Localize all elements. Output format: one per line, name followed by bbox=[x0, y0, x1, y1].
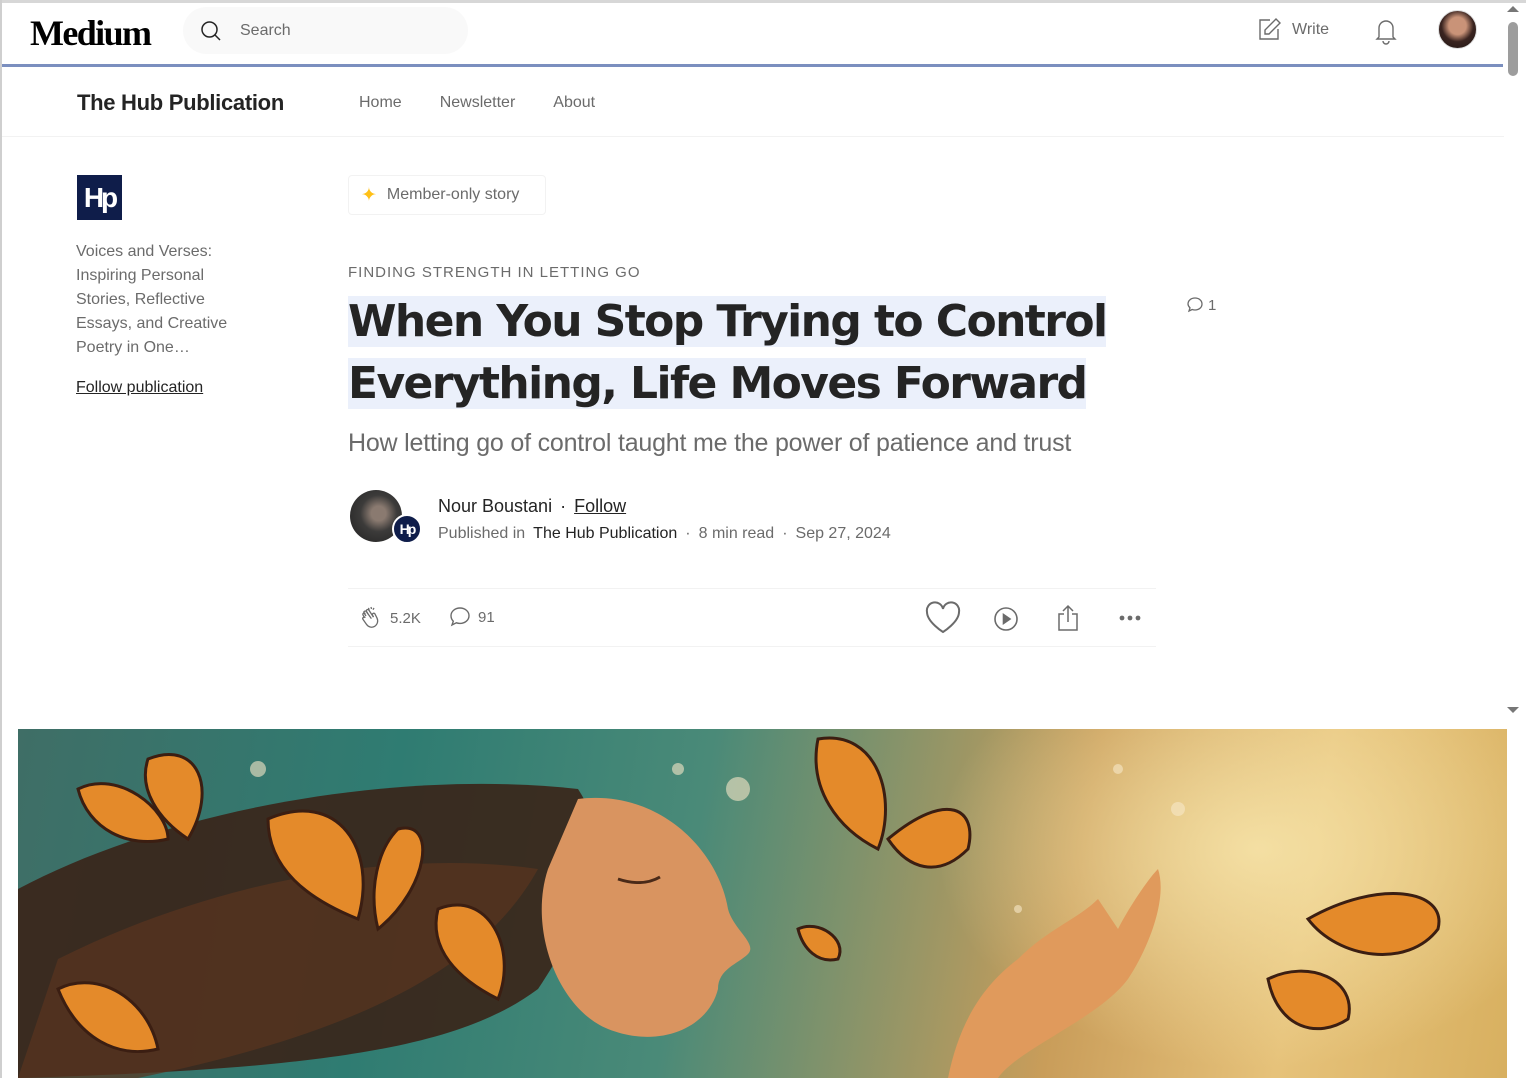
article-title: When You Stop Trying to Control Everythi… bbox=[348, 291, 1148, 415]
side-comment-count[interactable]: 1 bbox=[1186, 296, 1216, 314]
author-name[interactable]: Nour Boustani bbox=[438, 496, 552, 517]
publication-name[interactable]: The Hub Publication bbox=[77, 90, 284, 116]
more-icon[interactable] bbox=[1118, 611, 1142, 625]
member-only-badge: ✦ Member-only story bbox=[348, 175, 546, 215]
article-kicker: FINDING STRENGTH IN LETTING GO bbox=[348, 264, 641, 281]
publication-bar: The Hub Publication Home Newsletter Abou… bbox=[2, 67, 1504, 137]
pub-nav-newsletter[interactable]: Newsletter bbox=[440, 94, 516, 112]
write-button[interactable]: Write bbox=[1256, 15, 1329, 45]
responses-count: 91 bbox=[478, 608, 495, 626]
search-placeholder: Search bbox=[240, 22, 291, 39]
star-icon: ✦ bbox=[361, 184, 377, 206]
author-line: Nour Boustani · Follow bbox=[438, 496, 626, 517]
separator-dot: · bbox=[685, 525, 691, 542]
read-time: 8 min read bbox=[698, 525, 775, 542]
user-avatar[interactable] bbox=[1438, 10, 1477, 49]
clap-count: 5.2K bbox=[390, 609, 421, 627]
pub-nav-home[interactable]: Home bbox=[359, 94, 402, 112]
publish-date: Sep 27, 2024 bbox=[795, 525, 891, 542]
write-icon bbox=[1259, 18, 1281, 40]
scroll-thumb[interactable] bbox=[1508, 22, 1518, 76]
pub-nav-about[interactable]: About bbox=[553, 94, 595, 112]
search-icon bbox=[201, 21, 221, 41]
comment-icon bbox=[1187, 297, 1203, 313]
share-icon[interactable] bbox=[1056, 604, 1080, 632]
side-comment-number: 1 bbox=[1208, 296, 1217, 314]
article-action-bar: 5.2K 91 bbox=[348, 588, 1156, 647]
article-title-line1: When You Stop Trying to Control bbox=[348, 296, 1108, 347]
follow-author-link[interactable]: Follow bbox=[574, 496, 626, 517]
separator-dot: · bbox=[560, 496, 567, 516]
page-scrollbar[interactable] bbox=[1504, 3, 1526, 717]
article-hero-image bbox=[18, 729, 1507, 1078]
heart-icon[interactable] bbox=[924, 601, 962, 635]
scroll-up-arrow[interactable] bbox=[1507, 6, 1519, 12]
top-navigation: Medium Search Write bbox=[2, 3, 1504, 65]
window-left-border bbox=[0, 0, 2, 1078]
article-meta: Published in The Hub Publication · 8 min… bbox=[438, 525, 891, 543]
clap-button[interactable]: 5.2K bbox=[358, 605, 421, 631]
notifications-button[interactable] bbox=[1372, 15, 1400, 50]
bell-icon bbox=[1375, 20, 1397, 45]
member-only-label: Member-only story bbox=[386, 186, 520, 203]
separator-dot: · bbox=[782, 525, 788, 542]
publication-badge[interactable]: Hp bbox=[392, 514, 422, 544]
write-label: Write bbox=[1292, 21, 1330, 38]
follow-publication-link[interactable]: Follow publication bbox=[76, 379, 203, 397]
hero-illustration bbox=[18, 729, 1507, 1078]
publication-description: Voices and Verses: Inspiring Personal St… bbox=[76, 243, 228, 356]
article-title-line2: Everything, Life Moves Forward bbox=[348, 358, 1088, 409]
publication-nav: Home Newsletter About bbox=[359, 94, 595, 112]
scroll-down-arrow[interactable] bbox=[1507, 707, 1519, 713]
article-subtitle: How letting go of control taught me the … bbox=[348, 429, 1072, 457]
published-in-label: Published in bbox=[438, 525, 526, 542]
play-icon[interactable] bbox=[993, 606, 1019, 632]
publication-logo[interactable]: Hp bbox=[77, 175, 122, 220]
comment-icon bbox=[450, 607, 470, 627]
medium-logo[interactable]: Medium bbox=[30, 12, 152, 54]
search-input[interactable]: Search bbox=[183, 7, 468, 54]
responses-button[interactable]: 91 bbox=[448, 605, 495, 629]
published-in-publication[interactable]: The Hub Publication bbox=[533, 525, 677, 543]
clap-icon bbox=[362, 606, 379, 628]
